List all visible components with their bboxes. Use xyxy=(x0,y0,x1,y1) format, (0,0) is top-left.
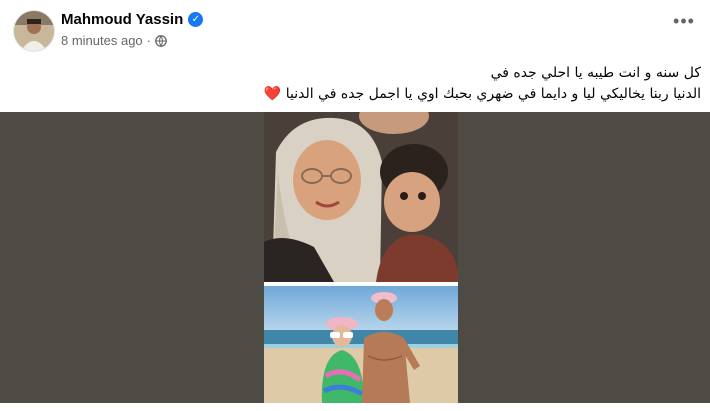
post-text-line-2-row: الدنيا ربنا يخاليكي ليا و دايما في ضهري … xyxy=(11,84,701,105)
verified-badge-icon: ✓ xyxy=(188,12,204,27)
post-text-line-2: الدنيا ربنا يخاليكي ليا و دايما في ضهري … xyxy=(285,86,701,102)
author-name[interactable]: Mahmoud Yassin xyxy=(61,11,183,28)
post-text: كل سنه و انت طيبه يا احلي جده في الدنيا … xyxy=(11,63,701,105)
globe-icon[interactable] xyxy=(155,34,167,47)
facebook-post: Mahmoud Yassin ✓ 8 minutes ago · ••• كل … xyxy=(0,0,710,411)
more-options-icon[interactable]: ••• xyxy=(670,12,698,35)
post-timestamp[interactable]: 8 minutes ago xyxy=(61,33,143,48)
meta-separator: · xyxy=(146,33,152,48)
post-bottom-spacer xyxy=(0,403,710,411)
author-name-row: Mahmoud Yassin ✓ xyxy=(61,11,204,28)
author-avatar[interactable] xyxy=(13,10,55,52)
avatar-image xyxy=(14,11,54,51)
post-meta: 8 minutes ago · xyxy=(61,33,167,48)
heart-emoji-icon: ❤️ xyxy=(263,86,282,102)
post-media[interactable] xyxy=(0,112,710,403)
photo-beach[interactable] xyxy=(264,286,458,403)
photo-grandmother-and-baby[interactable] xyxy=(264,112,458,282)
post-text-line-1: كل سنه و انت طيبه يا احلي جده في xyxy=(490,65,701,81)
